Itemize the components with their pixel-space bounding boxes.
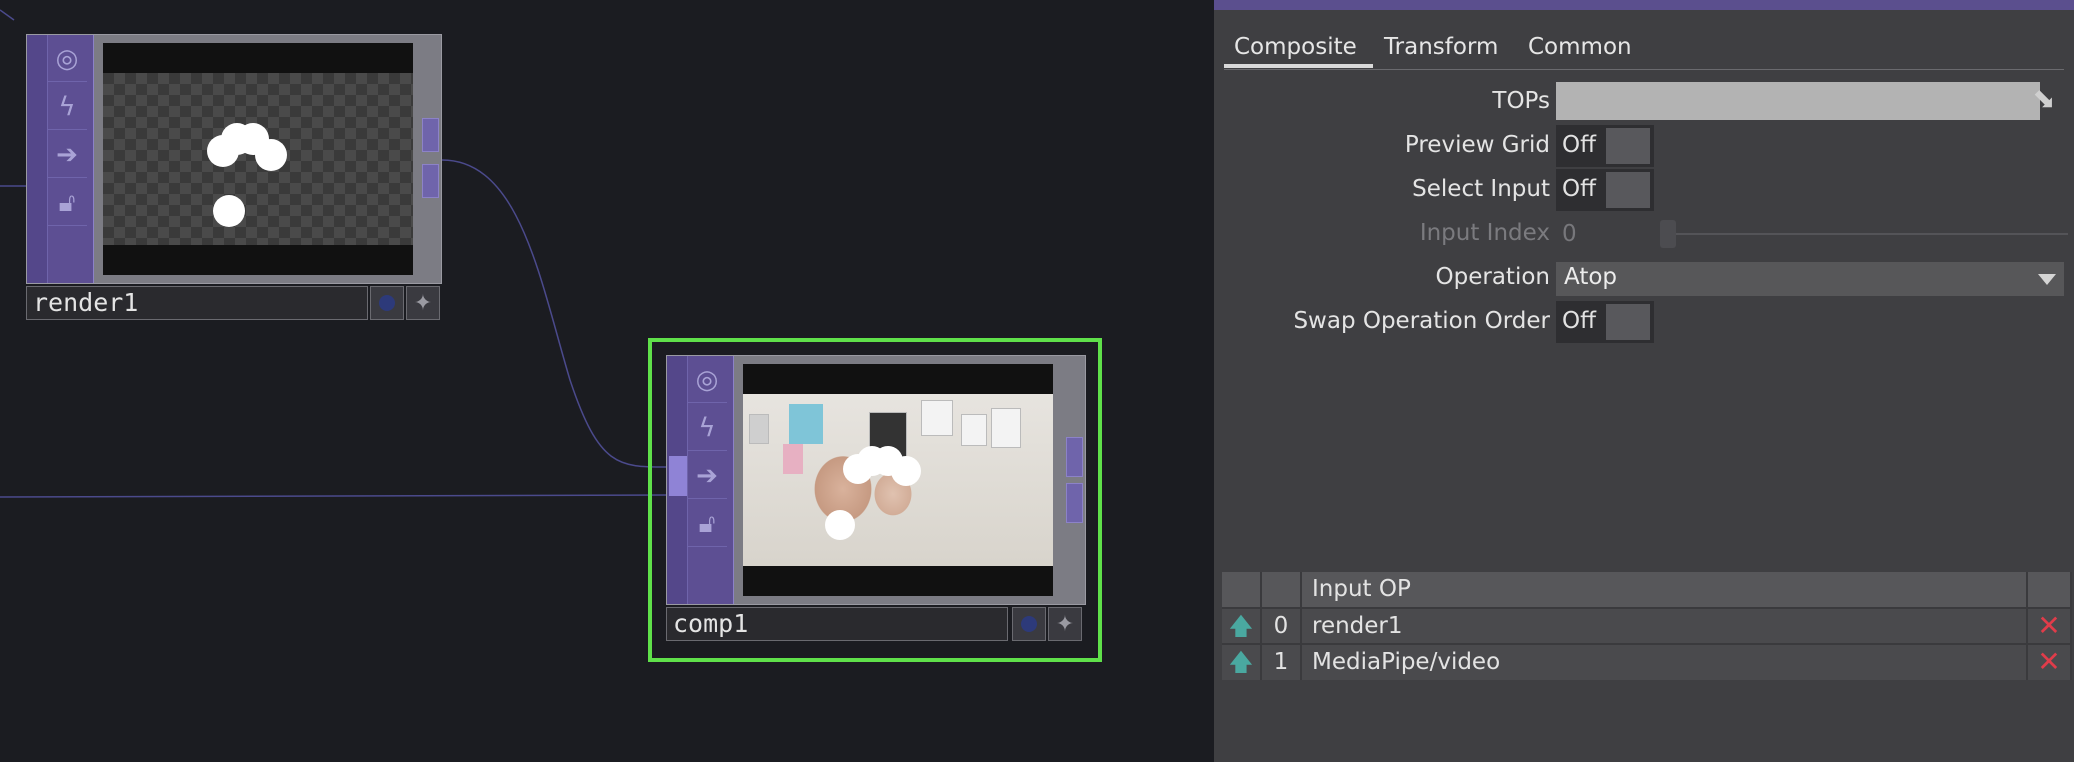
output-connector[interactable]	[1066, 437, 1083, 477]
viewer-active-icon[interactable]: ◎	[47, 37, 87, 82]
browse-arrow-icon[interactable]: ⬊	[2026, 82, 2062, 116]
panel-title-bar	[1214, 0, 2074, 10]
node-comp1-name[interactable]: comp1	[666, 607, 1008, 641]
header-cell	[1262, 572, 1302, 607]
node-render1-body[interactable]: ◎ ϟ ➔ 🔓︎	[26, 34, 442, 284]
wall-poster	[921, 400, 953, 436]
input-op-field[interactable]: MediaPipe/video	[1302, 645, 2028, 680]
network-editor[interactable]: ◎ ϟ ➔ 🔓︎ render1 ✦ ◎ ϟ ➔ 🔓︎ comp1 ✦	[0, 0, 1214, 762]
input-op-field[interactable]: render1	[1302, 609, 2028, 644]
toggle-switch[interactable]	[1606, 172, 1650, 208]
node-render1[interactable]: ◎ ϟ ➔ 🔓︎ render1 ✦	[26, 34, 442, 322]
parameter-panel: Composite Transform Common TOPs ⬊ Previe…	[1214, 0, 2074, 762]
bypass-icon[interactable]: ϟ	[47, 85, 87, 130]
header-cell	[1222, 572, 1262, 607]
node-render1-strip: ◎ ϟ ➔ 🔓︎	[27, 35, 94, 283]
delete-row-icon[interactable]: ✕	[2028, 645, 2072, 680]
output-connector[interactable]	[1066, 483, 1083, 523]
param-tops-label: TOPs	[1492, 88, 1550, 114]
pass-through-icon[interactable]: ➔	[687, 454, 727, 499]
node-render1-input-strip	[27, 35, 48, 283]
active-tab-indicator	[1224, 64, 1373, 68]
node-comp1[interactable]: ◎ ϟ ➔ 🔓︎ comp1 ✦	[666, 355, 1086, 645]
node-comp1-body[interactable]: ◎ ϟ ➔ 🔓︎	[666, 355, 1086, 605]
wire-render1-to-comp1	[441, 159, 673, 468]
display-flag-icon[interactable]	[370, 286, 404, 320]
swap-operation-order-value: Off	[1562, 308, 1596, 334]
render-flag-icon[interactable]: ✦	[406, 286, 440, 320]
tab-divider	[1224, 69, 2064, 70]
bypass-icon[interactable]: ϟ	[687, 406, 727, 451]
table-row: 🡅 1 MediaPipe/video ✕	[1222, 643, 2072, 680]
lock-icon[interactable]: 🔓︎	[47, 181, 87, 226]
output-connector[interactable]	[422, 118, 439, 152]
render-flag-icon[interactable]: ✦	[1048, 607, 1082, 641]
table-header-row: Input OP	[1222, 572, 2072, 607]
chevron-down-icon[interactable]	[2038, 274, 2056, 285]
landmark-dot	[213, 195, 245, 227]
tab-common[interactable]: Common	[1528, 34, 1632, 60]
toggle-switch[interactable]	[1606, 128, 1650, 164]
input-index-value: 0	[1562, 221, 1577, 247]
tops-input[interactable]	[1556, 82, 2040, 120]
node-comp1-viewer[interactable]	[743, 364, 1053, 596]
landmark-dot	[825, 510, 855, 540]
move-up-icon[interactable]: 🡅	[1222, 645, 1262, 680]
pass-through-icon[interactable]: ➔	[47, 133, 87, 178]
preview-grid-toggle[interactable]: Off	[1556, 125, 1654, 167]
input-index-slider-handle	[1660, 220, 1676, 248]
node-render1-name[interactable]: render1	[26, 286, 368, 320]
select-input-toggle[interactable]: Off	[1556, 169, 1654, 211]
wall-poster	[961, 414, 987, 446]
wall-note	[789, 404, 823, 444]
param-swap-operation-order-label: Swap Operation Order	[1293, 308, 1550, 334]
wire-video-to-comp1	[0, 494, 673, 498]
preview-grid-value: Off	[1562, 132, 1596, 158]
param-preview-grid-label: Preview Grid	[1404, 132, 1550, 158]
wall-poster	[991, 408, 1021, 448]
table-row: 🡅 0 render1 ✕	[1222, 607, 2072, 644]
output-connector[interactable]	[422, 164, 439, 198]
header-cell	[2028, 572, 2072, 607]
param-select-input-label: Select Input	[1412, 176, 1550, 202]
input-connector[interactable]	[669, 456, 687, 496]
row-index: 0	[1262, 609, 1302, 644]
input-index-slider	[1664, 233, 2068, 235]
operation-value: Atop	[1564, 264, 1618, 290]
tab-composite[interactable]: Composite	[1234, 34, 1357, 60]
swap-operation-order-toggle[interactable]: Off	[1556, 301, 1654, 343]
wall-note	[783, 444, 803, 474]
lock-icon[interactable]: 🔓︎	[687, 502, 727, 547]
select-input-value: Off	[1562, 176, 1596, 202]
input-op-header: Input OP	[1302, 572, 2028, 607]
display-flag-icon[interactable]	[1012, 607, 1046, 641]
viewer-active-icon[interactable]: ◎	[687, 358, 727, 403]
param-input-index-label: Input Index	[1419, 220, 1550, 246]
wall-poster	[749, 414, 769, 444]
landmark-dot	[255, 139, 287, 171]
move-up-icon[interactable]: 🡅	[1222, 609, 1262, 644]
toggle-switch[interactable]	[1606, 304, 1650, 340]
tab-transform[interactable]: Transform	[1384, 34, 1498, 60]
wire-stub-top	[0, 9, 15, 21]
node-render1-viewer[interactable]	[103, 43, 413, 275]
row-index: 1	[1262, 645, 1302, 680]
landmark-dot	[891, 456, 921, 486]
param-operation-label: Operation	[1435, 264, 1550, 290]
operation-dropdown[interactable]: Atop	[1556, 262, 2064, 296]
delete-row-icon[interactable]: ✕	[2028, 609, 2072, 644]
